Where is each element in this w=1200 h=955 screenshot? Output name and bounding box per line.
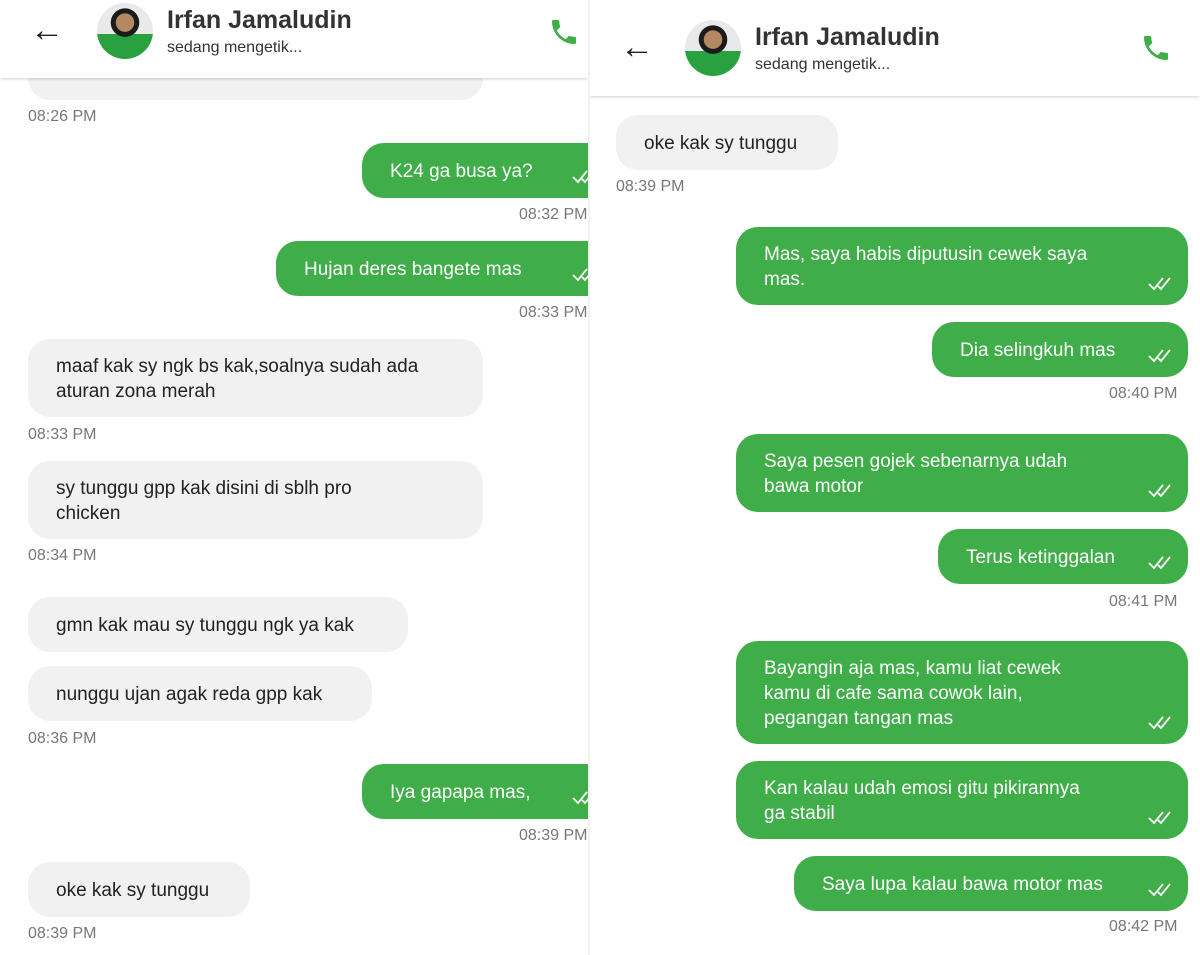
message-text: oke kak sy tunggu bbox=[56, 880, 210, 901]
message-bubble-incoming: gmn kak mau sy tunggu ngk ya kak bbox=[28, 597, 408, 652]
message-text-line: pegangan tangan mas bbox=[764, 708, 954, 729]
message-bubble-outgoing: Saya pesen gojek sebenarnya udah bawa mo… bbox=[736, 434, 1188, 512]
message-text-line: aturan zona merah bbox=[56, 381, 216, 402]
double-check-icon bbox=[572, 268, 588, 282]
message-time: 08:41 PM bbox=[1109, 593, 1178, 610]
message-text-line: ga stabil bbox=[764, 803, 835, 824]
double-check-icon bbox=[1148, 811, 1171, 825]
message-bubble-outgoing: Mas, saya habis diputusin cewek saya mas… bbox=[736, 227, 1188, 305]
contact-avatar[interactable] bbox=[97, 3, 153, 59]
message-text-line: kamu di cafe sama cowok lain, bbox=[764, 683, 1023, 704]
message-bubble-outgoing: K24 ga busa ya? bbox=[362, 143, 588, 198]
message-bubble-outgoing: Terus ketinggalan bbox=[938, 529, 1188, 584]
message-time: 08:33 PM bbox=[519, 304, 588, 321]
message-bubble-incoming: oke kak sy tunggu bbox=[616, 115, 838, 170]
back-arrow-icon[interactable]: ← bbox=[620, 30, 654, 64]
message-text: Saya lupa kalau bawa motor mas bbox=[822, 874, 1103, 895]
message-bubble-incoming: nunggu ujan agak reda gpp kak bbox=[28, 666, 372, 721]
message-time: 08:39 PM bbox=[616, 178, 685, 195]
double-check-icon bbox=[572, 791, 588, 805]
message-time: 08:32 PM bbox=[519, 206, 588, 223]
message-text-line: mas. bbox=[764, 269, 806, 290]
message-bubble-outgoing: Bayangin aja mas, kamu liat cewek kamu d… bbox=[736, 641, 1188, 744]
message-bubble-outgoing: Kan kalau udah emosi gitu pikirannya ga … bbox=[736, 761, 1188, 839]
message-text-line: chicken bbox=[56, 503, 121, 524]
message-bubble-incoming: sy tunggu gpp kak disini di sblh pro chi… bbox=[28, 461, 483, 539]
chat-header: ← Irfan Jamaludin sedang mengetik... bbox=[590, 0, 1200, 96]
double-check-icon bbox=[572, 170, 588, 184]
message-text-line: maaf kak sy ngk bs kak,soalnya sudah ada bbox=[56, 356, 419, 377]
message-time: 08:26 PM bbox=[28, 108, 97, 125]
message-time: 08:39 PM bbox=[519, 827, 588, 844]
phone-call-icon[interactable] bbox=[1140, 32, 1172, 64]
message-bubble-outgoing: Hujan deres bangete mas bbox=[276, 241, 588, 296]
message-text: K24 ga busa ya? bbox=[390, 161, 533, 182]
message-bubble-outgoing: Saya lupa kalau bawa motor mas bbox=[794, 856, 1188, 911]
message-time: 08:40 PM bbox=[1109, 385, 1178, 402]
double-check-icon bbox=[1148, 556, 1171, 570]
message-text: nunggu ujan agak reda gpp kak bbox=[56, 684, 323, 705]
typing-status: sedang mengetik... bbox=[755, 56, 891, 73]
double-check-icon bbox=[1148, 277, 1171, 291]
double-check-icon bbox=[1148, 716, 1171, 730]
message-bubble-incoming: oke kak sy tunggu bbox=[28, 862, 250, 917]
typing-status: sedang mengetik... bbox=[167, 39, 303, 56]
message-text: Iya gapapa mas, bbox=[390, 782, 531, 803]
message-text: oke kak sy tunggu bbox=[644, 133, 798, 154]
message-text-line: Saya pesen gojek sebenarnya udah bbox=[764, 451, 1068, 472]
message-text-line: Mas, saya habis diputusin cewek saya bbox=[764, 244, 1088, 265]
message-text-line: Bayangin aja mas, kamu liat cewek bbox=[764, 658, 1061, 679]
message-time: 08:33 PM bbox=[28, 426, 97, 443]
message-time: 08:34 PM bbox=[28, 547, 97, 564]
double-check-icon bbox=[1148, 349, 1171, 363]
chat-header: ← Irfan Jamaludin sedang mengetik... bbox=[0, 0, 588, 78]
message-text: gmn kak mau sy tunggu ngk ya kak bbox=[56, 615, 354, 636]
contact-name: Irfan Jamaludin bbox=[755, 23, 940, 51]
message-bubble-outgoing: Dia selingkuh mas bbox=[932, 322, 1188, 377]
message-bubble-outgoing: Iya gapapa mas, bbox=[362, 764, 588, 819]
chat-screen-left: ← Irfan Jamaludin sedang mengetik... 08:… bbox=[0, 0, 588, 955]
contact-name: Irfan Jamaludin bbox=[167, 6, 352, 34]
message-bubble-incoming: maaf kak sy ngk bs kak,soalnya sudah ada… bbox=[28, 339, 483, 417]
contact-avatar[interactable] bbox=[685, 20, 741, 76]
back-arrow-icon[interactable]: ← bbox=[30, 13, 64, 47]
message-text: Hujan deres bangete mas bbox=[304, 259, 522, 280]
message-text-line: sy tunggu gpp kak disini di sblh pro bbox=[56, 478, 352, 499]
double-check-icon bbox=[1148, 883, 1171, 897]
message-text: Dia selingkuh mas bbox=[960, 340, 1116, 361]
double-check-icon bbox=[1148, 484, 1171, 498]
message-time: 08:36 PM bbox=[28, 730, 97, 747]
chat-screen-right: ← Irfan Jamaludin sedang mengetik... oke… bbox=[590, 0, 1200, 955]
message-time: 08:42 PM bbox=[1109, 918, 1178, 935]
message-text-line: Kan kalau udah emosi gitu pikirannya bbox=[764, 778, 1080, 799]
message-time: 08:39 PM bbox=[28, 925, 97, 942]
message-text: Terus ketinggalan bbox=[966, 547, 1115, 568]
phone-call-icon[interactable] bbox=[548, 16, 580, 48]
message-text-line: bawa motor bbox=[764, 476, 864, 497]
